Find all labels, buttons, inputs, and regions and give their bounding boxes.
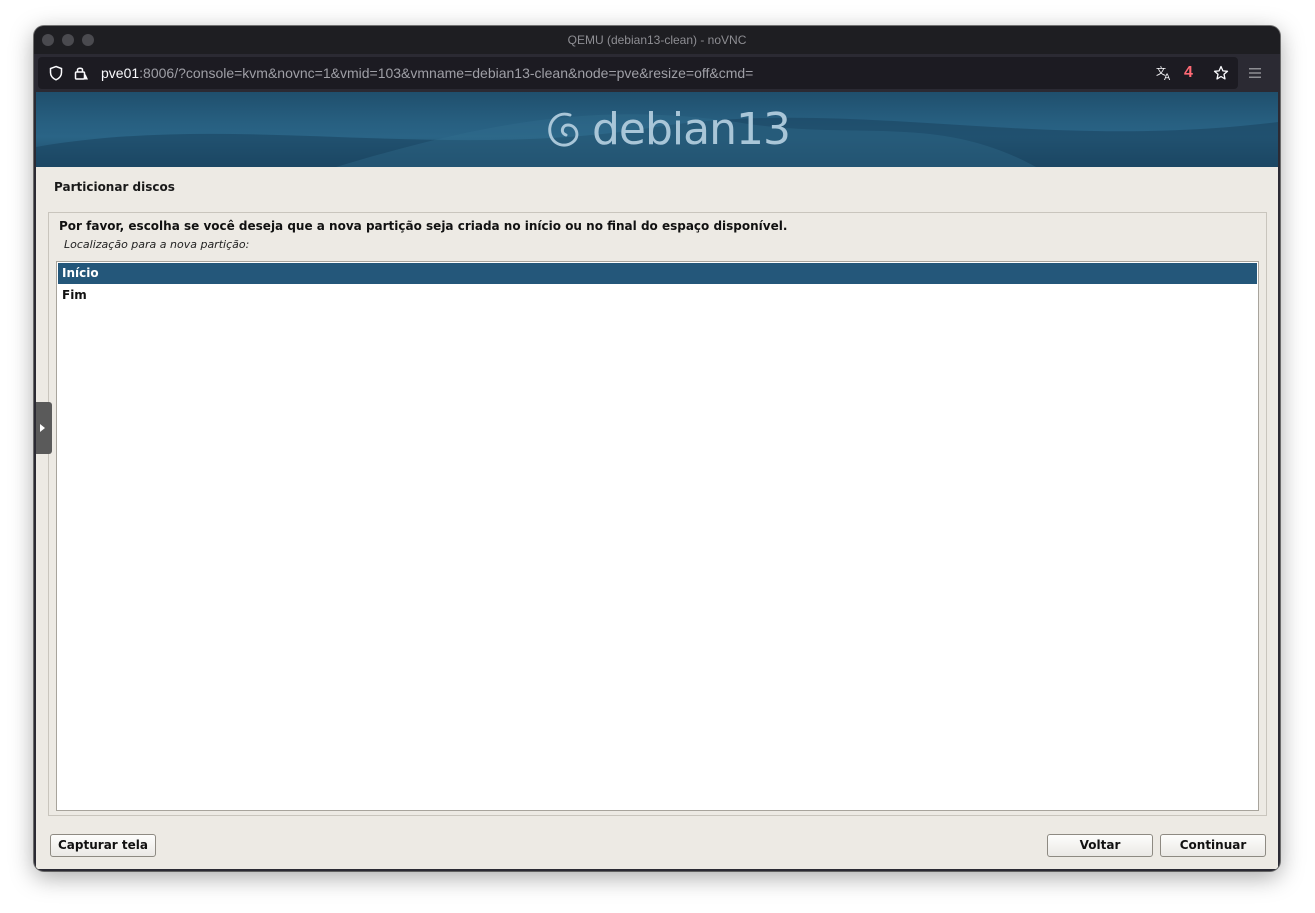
tracking-protection-shield-icon[interactable] [48,65,64,81]
debian-swirl-icon [548,112,579,147]
debian-logo: debian13 [544,102,791,158]
browser-window: QEMU (debian13-clean) - noVNC pve01:8006… [34,26,1280,871]
screenshot-button[interactable]: Capturar tela [50,834,156,857]
section-title: Particionar discos [54,180,175,194]
url-field[interactable]: pve01:8006/?console=kvm&novnc=1&vmid=103… [38,57,1238,89]
question-panel: Por favor, escolha se você deseja que a … [48,212,1267,816]
continue-button[interactable]: Continuar [1160,834,1266,857]
list-item-inicio[interactable]: Início [58,263,1257,284]
partition-location-list[interactable]: Início Fim [56,261,1259,811]
bookmark-star-icon[interactable] [1213,65,1229,81]
url-host: pve01 [101,65,140,81]
title-bar: QEMU (debian13-clean) - noVNC [34,26,1280,54]
debian-logo-text: debian13 [592,104,791,155]
novnc-sidebar-handle[interactable] [36,402,52,454]
hint-text: Localização para a nova partição: [64,238,250,251]
url-text[interactable]: pve01:8006/?console=kvm&novnc=1&vmid=103… [101,57,753,89]
translate-badge-count: 4 [1184,64,1193,81]
insecure-lock-icon[interactable] [73,65,89,81]
hamburger-menu-icon[interactable] [1248,66,1262,80]
list-item-fim[interactable]: Fim [58,285,1257,306]
back-button[interactable]: Voltar [1047,834,1153,857]
vnc-console[interactable]: debian13 Particionar discos Por favor, e… [36,92,1278,869]
question-text: Por favor, escolha se você deseja que a … [59,219,788,233]
navigation-bar: pve01:8006/?console=kvm&novnc=1&vmid=103… [34,54,1280,92]
translate-icon[interactable]: 文 A [1156,65,1172,81]
url-path: :8006/?console=kvm&novnc=1&vmid=103&vmna… [139,65,754,81]
window-title: QEMU (debian13-clean) - noVNC [567,33,747,47]
debian-banner: debian13 [36,92,1278,167]
expand-arrow-icon [40,424,45,432]
svg-text:A: A [1164,73,1171,81]
